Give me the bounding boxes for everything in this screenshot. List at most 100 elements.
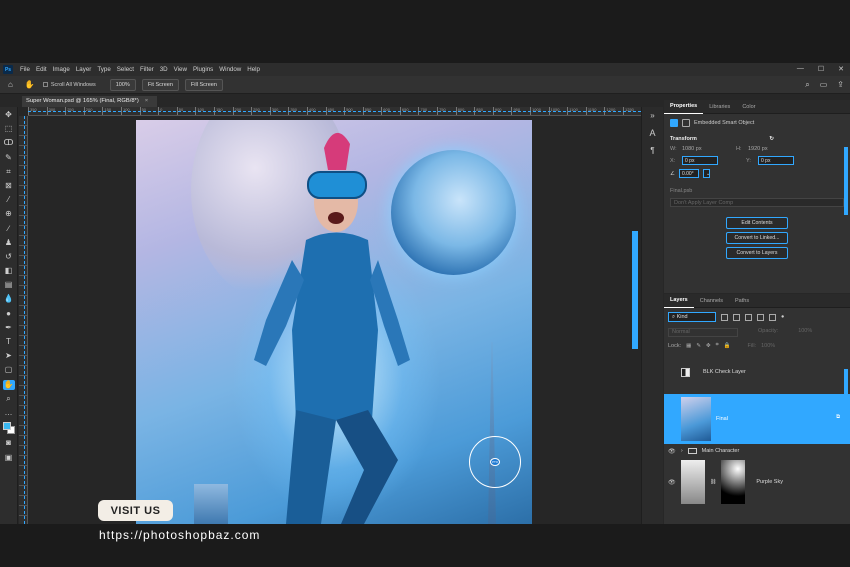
quick-select-tool-icon[interactable]: ✎ [3,153,15,163]
convert-to-linked-button[interactable]: Convert to Linked... [726,232,788,244]
expand-panels-icon[interactable]: » [650,111,654,120]
filter-toggle-icon[interactable]: ● [781,314,784,320]
menu-layer[interactable]: Layer [76,66,91,73]
home-icon[interactable]: ⌂ [8,80,13,89]
layer-mask-thumbnail[interactable] [721,460,746,504]
menu-plugins[interactable]: Plugins [193,66,213,73]
tab-channels[interactable]: Channels [694,294,729,308]
layers-scrollbar[interactable] [844,369,848,429]
menu-window[interactable]: Window [219,66,241,73]
crop-tool-icon[interactable]: ⌗ [3,167,15,177]
foreground-color-swatch[interactable] [2,422,11,431]
fill-value[interactable]: 100% [761,343,775,349]
marquee-tool-icon[interactable]: ⬚ [3,124,15,134]
menu-image[interactable]: Image [53,66,70,73]
canvas-vertical-scrollbar[interactable] [632,231,638,349]
canvas-area[interactable]: 350 300 250 200 150 100 50 0 50 100 150 200 250 300 35… [19,107,641,524]
scroll-all-checkbox[interactable] [42,82,48,87]
menu-type[interactable]: Type [97,66,110,73]
hand-tool-icon[interactable]: ✋ [2,379,15,390]
angle-dropdown-icon[interactable]: ⌄ [702,169,710,178]
lock-artboard-icon[interactable]: ⌗ [716,342,719,349]
document-tab[interactable]: Super Woman.psd @ 165% (Final, RGB/8*) × [22,96,157,107]
y-input[interactable]: 0 px [758,156,794,165]
blur-tool-icon[interactable]: 💧 [3,294,15,304]
angle-input[interactable]: 0.00° [678,169,699,178]
edit-toolbar-icon[interactable]: … [3,408,15,418]
layer-name[interactable]: BLK Check Layer [703,369,746,375]
smart-filter-icon[interactable] [769,313,776,321]
menu-edit[interactable]: Edit [36,66,47,73]
history-brush-icon[interactable]: ↺ [3,252,15,262]
layer-name[interactable]: Purple Sky [756,479,783,485]
menu-select[interactable]: Select [117,66,134,73]
paragraph-panel-icon[interactable]: ¶ [650,146,654,155]
fill-screen-button[interactable]: Fill Screen [184,78,223,91]
zoom-100-button[interactable]: 100% [109,78,136,91]
healing-brush-icon[interactable]: ⊕ [3,209,15,219]
expand-group-icon[interactable]: › [681,448,683,454]
color-swatches[interactable] [2,422,15,435]
menu-view[interactable]: View [174,66,187,73]
reset-transform-icon[interactable]: ↻ [769,136,774,142]
layer-name[interactable]: Main Character [702,448,740,454]
layer-name[interactable]: Final [716,416,728,422]
stamp-tool-icon[interactable]: ♟ [3,238,15,248]
kind-filter-select[interactable]: ⌕ Kind [668,312,716,322]
layer-row[interactable]: BLK Check Layer [664,352,850,392]
close-icon[interactable]: ✕ [838,65,844,73]
menu-filter[interactable]: Filter [140,66,154,73]
dodge-tool-icon[interactable]: ● [3,309,15,319]
tab-libraries[interactable]: Libraries [703,100,736,114]
eyedropper-tool-icon[interactable]: ⁄ [3,195,15,205]
lock-pixels-icon[interactable]: ✎ [696,343,701,349]
visibility-eye-icon[interactable]: 👁 [668,479,676,486]
maximize-icon[interactable]: ☐ [818,65,824,73]
menu-help[interactable]: Help [247,66,260,73]
quick-mask-icon[interactable]: ◙ [3,438,15,448]
tab-layers[interactable]: Layers [664,294,694,308]
convert-to-layers-button[interactable]: Convert to Layers [726,247,788,259]
lasso-tool-icon[interactable]: ↀ [3,138,15,148]
character-panel-icon[interactable]: A [649,128,655,138]
menu-3d[interactable]: 3D [160,66,168,73]
layer-row-selected[interactable]: Final ⧉ [664,394,850,444]
minimize-icon[interactable]: — [797,65,804,73]
adjustment-filter-icon[interactable] [733,313,740,321]
layer-row[interactable]: 👁 ⛓ Purple Sky [664,458,850,506]
pixel-filter-icon[interactable] [721,313,728,321]
eraser-tool-icon[interactable]: ◧ [3,266,15,276]
edit-contents-button[interactable]: Edit Contents [726,217,788,229]
lock-position-icon[interactable]: ✥ [706,343,711,349]
type-filter-icon[interactable] [745,313,752,321]
lock-transparency-icon[interactable]: ▦ [686,343,691,349]
gradient-tool-icon[interactable]: ▤ [3,280,15,290]
opacity-value[interactable]: 100% [798,328,812,337]
screen-mode-icon[interactable]: ▣ [3,453,15,463]
tab-properties[interactable]: Properties [664,100,704,114]
search-icon[interactable]: ⌕ [805,80,809,90]
close-tab-icon[interactable]: × [145,98,148,104]
tab-paths[interactable]: Paths [729,294,755,308]
properties-scrollbar[interactable] [844,147,848,215]
shape-tool-icon[interactable]: ▢ [3,365,15,375]
brush-tool-icon[interactable]: ∕ [3,224,15,234]
frame-tool-icon[interactable]: ⊠ [3,181,15,191]
lock-all-icon[interactable]: 🔒 [724,343,731,349]
mask-icon[interactable] [682,119,690,127]
zoom-tool-icon[interactable]: ⌕ [3,394,15,404]
share-icon[interactable]: ⇪ [837,80,844,90]
mask-link-icon[interactable]: ⛓ [710,479,716,485]
workspace-icon[interactable]: ▭ [820,80,828,90]
layer-comp-select[interactable]: Don't Apply Layer Comp [670,198,844,207]
canvas-image[interactable]: PTO [136,120,532,524]
tab-color[interactable]: Color [736,100,761,114]
blend-mode-select[interactable]: Normal [668,328,738,337]
path-select-icon[interactable]: ➤ [3,351,15,361]
fit-screen-button[interactable]: Fit Screen [141,78,179,91]
move-tool-icon[interactable]: ✥ [3,110,15,120]
shape-filter-icon[interactable] [757,313,764,321]
layer-group-row[interactable]: 👁 › Main Character [664,444,850,458]
x-input[interactable]: 0 px [682,156,718,165]
visibility-eye-icon[interactable]: 👁 [668,448,676,455]
